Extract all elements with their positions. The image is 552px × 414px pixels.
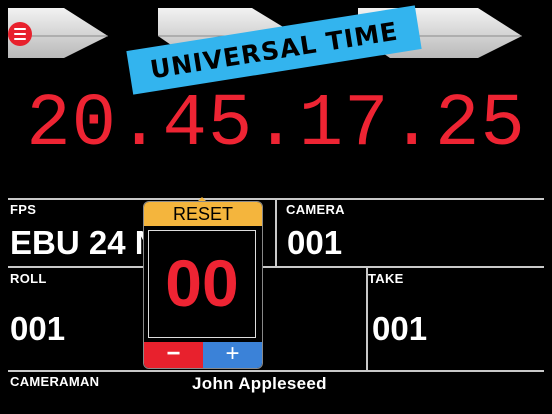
popover-body: RESET 00 − + (143, 201, 263, 369)
take-label: TAKE (368, 271, 404, 286)
timecode-separator: . (253, 83, 299, 167)
fps-label: FPS (10, 202, 37, 217)
timecode-display: 20.45.17.25 (0, 82, 552, 168)
timecode-minutes: 45 (162, 83, 254, 167)
timecode-hours: 20 (26, 83, 118, 167)
timecode-separator: . (117, 83, 163, 167)
menu-button[interactable] (8, 22, 32, 46)
roll-label: ROLL (10, 271, 47, 286)
divider (8, 370, 544, 372)
cameraman-value: John Appleseed (192, 374, 327, 393)
hamburger-icon (14, 28, 26, 30)
camera-value: 001 (287, 224, 343, 261)
timecode-seconds: 17 (298, 83, 390, 167)
increment-button[interactable]: + (203, 342, 262, 368)
fps-value: EBU 24 N (10, 224, 159, 261)
roll-value: 001 (10, 310, 66, 347)
camera-label: CAMERA (286, 202, 345, 217)
decrement-button[interactable]: − (144, 342, 203, 368)
counter-value: 00 (148, 230, 256, 338)
reset-button[interactable]: RESET (144, 202, 262, 226)
counter-popover: RESET 00 − + (143, 197, 263, 369)
timecode-frames: 25 (434, 83, 526, 167)
timecode-separator: . (389, 83, 435, 167)
divider (275, 198, 277, 268)
take-value: 001 (372, 310, 428, 347)
cameraman-label: CAMERAMAN (10, 374, 100, 389)
